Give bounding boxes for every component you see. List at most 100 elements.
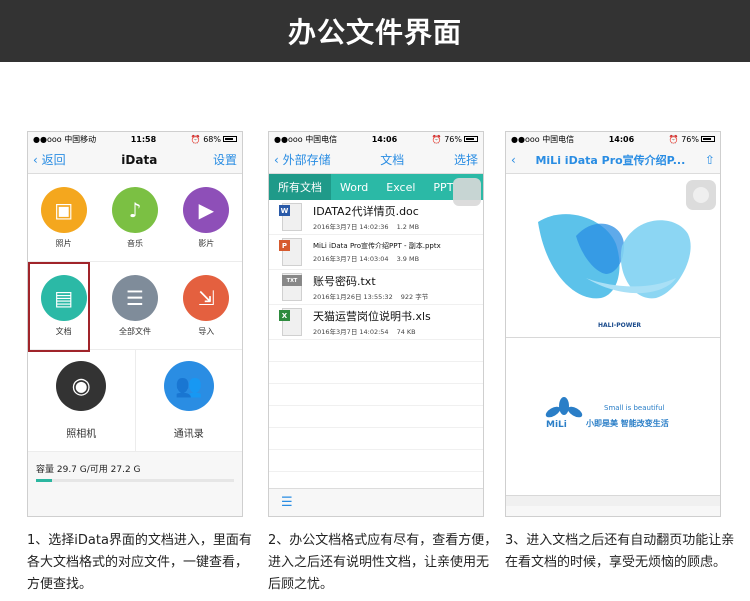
import-icon: ⇲ [183,274,230,321]
share-icon[interactable]: ⇧ [705,153,715,167]
empty-row [269,384,483,406]
file-list: W IDATA2代详情页.doc 2016年3月7日 14:02:36 1.2 MB P… [269,200,483,500]
brand-logo-text: HALI-POWER [598,322,642,329]
battery-icon [700,136,715,142]
txt-file-icon: TXT [279,273,303,301]
empty-row [269,428,483,450]
file-name: IDATA2代详情页.doc [313,205,419,218]
status-bar: ●●ooo 中国电信 14:06 ⏰ 76% [506,132,720,146]
storage-info: 容量 29.7 G/可用 27.2 G [28,452,242,482]
caption-2: 2、办公文档格式应有尽有，查看方便，进入之后还有说明性文档，让亲使用无后顾之忧。 [268,533,498,592]
category-label: 导入 [198,326,215,336]
tab-Word[interactable]: Word [331,174,377,200]
all-files-icon: ☰ [111,274,158,321]
chevron-left-icon: ‹ [33,153,42,167]
highlight-box [28,262,90,352]
nav-bar: ‹ MiLi iData Pro宣传介绍P... ⇧ [506,146,720,174]
battery-icon [463,136,478,142]
list-menu-icon[interactable]: ☰ [281,495,293,510]
category-document[interactable]: ▤ 文档 [28,262,99,352]
chevron-left-icon: ‹ [274,153,283,167]
category-photo[interactable]: ▣ 照片 [28,174,99,261]
caption-1: 1、选择iData界面的文档进入，里面有各大文档格式的对应文件，一键查看，方便查… [27,533,252,592]
nav-title: iData [121,152,158,167]
mili-logo-text: MiLi [546,420,567,430]
category-label: 影片 [198,238,215,248]
action-label: 通讯录 [173,429,204,440]
slide-page-2: MiLi Small is beautiful 小即是美 智能改变生活 [506,338,720,496]
back-button[interactable]: ‹ 外部存储 [274,151,331,168]
ppt-file-icon: P [279,238,303,266]
status-time: 14:06 [608,134,635,144]
storage-progress [36,479,234,482]
action-label: 照相机 [66,429,97,440]
slide-gap [506,496,720,506]
slogan: 小即是美 智能改变生活 [586,419,669,428]
file-row[interactable]: P MiLi iData Pro宣传介绍PPT - 副本.pptx 2016年3月7… [269,235,483,270]
status-time: 11:58 [130,134,157,144]
status-bar: ●●ooo 中国移动 11:58 ⏰ 68% [28,132,242,146]
nav-title: 文档 [380,153,405,167]
battery-status: ⏰ 76% [432,135,478,144]
word-file-icon: W [279,203,303,231]
battery-status: ⏰ 68% [191,135,237,144]
file-size: 74 KB [396,328,416,336]
empty-row [269,450,483,472]
floating-handle-icon[interactable] [453,178,481,206]
camera-button[interactable]: ◉ 照相机 [28,350,135,451]
photo-icon: ▣ [40,186,87,233]
file-size: 1.2 MB [396,223,420,231]
file-date: 2016年3月7日 14:02:54 [313,328,389,336]
carrier-signal: ●●ooo 中国电信 [274,134,338,144]
top-banner: 办公文件界面 [0,0,750,62]
excel-file-icon: X [279,308,303,336]
phone-screenshot-viewer: ●●ooo 中国电信 14:06 ⏰ 76% ‹ MiLi iData Pro宣… [505,131,721,517]
phone-screenshot-documents: ●●ooo 中国电信 14:06 ⏰ 76% ‹ 外部存储 文档 选择 所有文档… [268,131,484,517]
file-row[interactable]: TXT 账号密码.txt 2016年1月26日 13:55:32 922 字节 [269,270,483,305]
slide-page-1: HALI-POWER [506,174,720,338]
select-button[interactable]: 选择 [454,151,478,168]
mili-logo-icon [545,397,583,418]
category-label: 照片 [55,238,72,248]
file-name: MiLi iData Pro宣传介绍PPT - 副本.pptx [313,242,441,250]
contacts-button[interactable]: 👥 通讯录 [134,350,243,451]
grid-row: ▣ 照片 ♪ 音乐 ▶ 影片 [28,174,242,262]
contacts-icon: 👥 [163,361,214,411]
file-row[interactable]: X 天猫运营岗位说明书.xls 2016年3月7日 14:02:54 74 KB [269,305,483,340]
music-icon: ♪ [111,186,158,233]
tab-Excel[interactable]: Excel [377,174,424,200]
category-music[interactable]: ♪ 音乐 [99,174,170,261]
file-name: 天猫运营岗位说明书.xls [313,310,431,323]
file-date: 2016年3月7日 14:02:36 [313,223,389,231]
file-date: 2016年3月7日 14:03:04 [313,255,389,263]
quick-actions: ◉ 照相机 👥 通讯录 [28,350,242,452]
floating-handle-icon[interactable] [686,180,716,210]
storage-progress-fill [36,479,52,482]
empty-row [269,406,483,428]
empty-row [269,362,483,384]
category-all-files[interactable]: ☰ 全部文件 [99,262,170,349]
storage-text: 容量 29.7 G/可用 27.2 G [36,465,141,475]
nav-bar: ‹ 外部存储 文档 选择 [269,146,483,174]
category-import[interactable]: ⇲ 导入 [171,262,242,349]
back-button[interactable]: ‹ 返回 [33,151,66,168]
nav-bar: ‹ 返回 iData 设置 [28,146,242,174]
category-label: 音乐 [126,238,143,248]
file-size: 3.9 MB [396,255,420,263]
category-film[interactable]: ▶ 影片 [171,174,242,261]
camera-icon: ◉ [56,361,107,411]
file-row[interactable]: W IDATA2代详情页.doc 2016年3月7日 14:02:36 1.2 MB [269,200,483,235]
carrier-signal: ●●ooo 中国电信 [511,134,575,144]
settings-button[interactable]: 设置 [213,151,237,168]
battery-status: ⏰ 76% [669,135,715,144]
category-label: 全部文件 [118,326,151,336]
bottom-toolbar: ☰ [269,488,483,516]
back-button[interactable]: ‹ [511,153,516,167]
carrier-signal: ●●ooo 中国移动 [33,134,97,144]
phone-screenshot-idata: ●●ooo 中国移动 11:58 ⏰ 68% ‹ 返回 iData 设置 ▣ 照片… [27,131,243,517]
file-size: 922 字节 [400,293,429,301]
status-bar: ●●ooo 中国电信 14:06 ⏰ 76% [269,132,483,146]
tagline: Small is beautiful [604,404,665,412]
nav-title: MiLi iData Pro宣传介绍P... [535,153,686,167]
tab-所有文档[interactable]: 所有文档 [269,174,331,200]
